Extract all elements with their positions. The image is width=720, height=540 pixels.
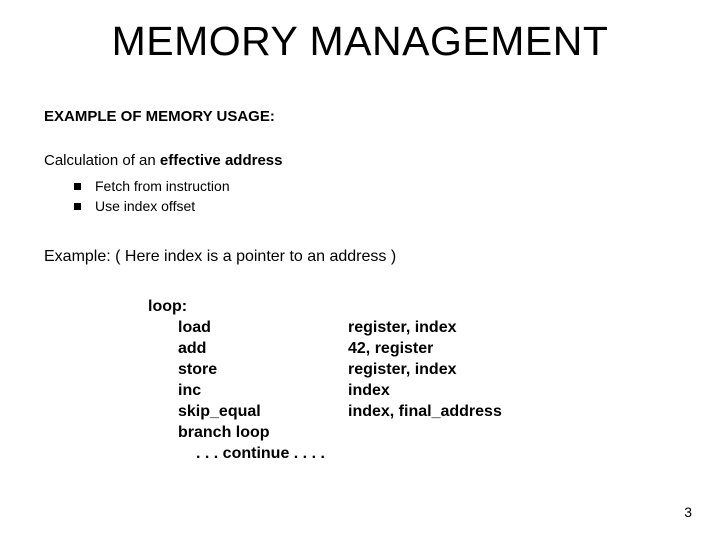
slide: MEMORY MANAGEMENT EXAMPLE OF MEMORY USAG… — [0, 0, 720, 540]
code-args: index — [348, 380, 502, 401]
code-mnemonic: store — [178, 359, 348, 380]
list-item: Fetch from instruction — [74, 176, 230, 196]
code-args: register, index — [348, 359, 502, 380]
list-item-label: Fetch from instruction — [95, 178, 230, 194]
square-bullet-icon — [74, 203, 81, 210]
list-item-label: Use index offset — [95, 198, 195, 214]
code-continue: . . . continue . . . . — [196, 443, 502, 464]
code-row: add 42, register — [178, 338, 502, 359]
code-args: register, index — [348, 317, 502, 338]
code-row: inc index — [178, 380, 502, 401]
subheading-plain: Calculation of an — [44, 152, 160, 169]
section-heading: EXAMPLE OF MEMORY USAGE: — [44, 108, 275, 125]
code-block: loop: load register, index add 42, regis… — [148, 296, 502, 464]
page-title: MEMORY MANAGEMENT — [0, 18, 720, 65]
code-label: loop: — [148, 296, 502, 317]
code-row: skip_equal index, final_address — [178, 401, 502, 422]
list-item: Use index offset — [74, 196, 230, 216]
page-number: 3 — [684, 504, 692, 520]
code-row: load register, index — [178, 317, 502, 338]
code-row: branch loop — [178, 422, 502, 443]
code-args: index, final_address — [348, 401, 502, 422]
code-args: 42, register — [348, 338, 502, 359]
example-line: Example: ( Here index is a pointer to an… — [44, 248, 396, 266]
subheading-bold: effective address — [160, 152, 283, 169]
code-mnemonic: inc — [178, 380, 348, 401]
bullet-list: Fetch from instruction Use index offset — [74, 176, 230, 216]
code-table: load register, index add 42, register st… — [178, 317, 502, 443]
subheading: Calculation of an effective address — [44, 152, 282, 169]
code-mnemonic: add — [178, 338, 348, 359]
code-mnemonic: load — [178, 317, 348, 338]
code-row: store register, index — [178, 359, 502, 380]
square-bullet-icon — [74, 183, 81, 190]
code-mnemonic: branch loop — [178, 422, 348, 443]
code-args — [348, 422, 502, 443]
code-mnemonic: skip_equal — [178, 401, 348, 422]
